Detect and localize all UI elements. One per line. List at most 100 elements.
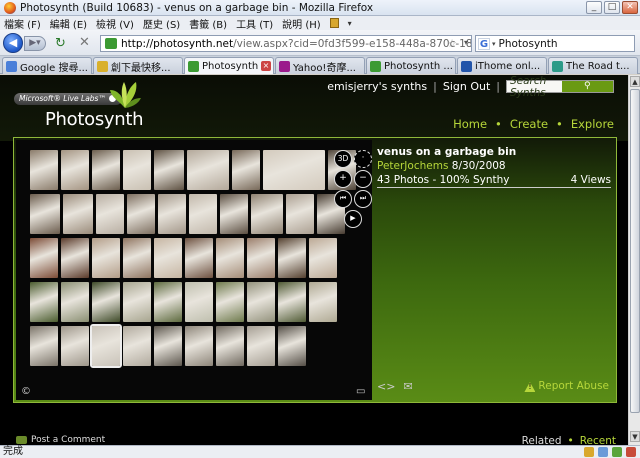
close-button[interactable]: ✕ bbox=[622, 1, 638, 14]
browser-tab[interactable]: Yahoo!奇摩... bbox=[275, 57, 365, 74]
vertical-scrollbar[interactable]: ▲ ▼ bbox=[628, 75, 640, 445]
photo-thumbnail[interactable] bbox=[247, 326, 275, 366]
search-icon[interactable]: ⚲ bbox=[561, 81, 613, 92]
photo-thumbnail[interactable] bbox=[123, 238, 151, 278]
photo-thumbnail[interactable] bbox=[216, 238, 244, 278]
photo-thumbnail[interactable] bbox=[216, 282, 244, 322]
photo-thumbnail[interactable] bbox=[220, 194, 248, 234]
my-synths-link[interactable]: emisjerry's synths bbox=[327, 80, 427, 93]
synth-viewer[interactable]: 3D · + − ⏮ ⏭ ▶ © ▭ bbox=[16, 140, 372, 400]
site-search-input[interactable]: Search Synths bbox=[510, 75, 562, 99]
browser-search-box[interactable]: G ▾ Photosynth bbox=[475, 35, 635, 52]
photo-thumbnail[interactable] bbox=[247, 282, 275, 322]
photo-thumbnail[interactable] bbox=[90, 324, 122, 368]
3d-view-button[interactable]: 3D bbox=[334, 150, 352, 168]
photo-thumbnail[interactable] bbox=[30, 282, 58, 322]
menu-history[interactable]: 歷史 (S) bbox=[143, 16, 180, 31]
photo-thumbnail[interactable] bbox=[189, 194, 217, 234]
2d-view-button[interactable]: · bbox=[354, 150, 372, 168]
post-comment-link[interactable]: Post a Comment bbox=[16, 435, 105, 445]
photo-thumbnail[interactable] bbox=[61, 282, 89, 322]
photo-thumbnail[interactable] bbox=[185, 326, 213, 366]
photo-thumbnail[interactable] bbox=[123, 282, 151, 322]
photo-thumbnail[interactable] bbox=[185, 282, 213, 322]
scroll-up-icon[interactable]: ▲ bbox=[630, 76, 640, 87]
embed-icon[interactable]: <> bbox=[377, 380, 395, 393]
network-icon[interactable] bbox=[598, 447, 608, 457]
photo-thumbnail[interactable] bbox=[61, 238, 89, 278]
photo-thumbnail[interactable] bbox=[278, 282, 306, 322]
photo-thumbnail[interactable] bbox=[247, 238, 275, 278]
play-button[interactable]: ▶ bbox=[344, 210, 362, 228]
menu-help[interactable]: 說明 (H) bbox=[282, 16, 321, 31]
menu-tools[interactable]: 工具 (T) bbox=[236, 16, 273, 31]
stop-icon[interactable]: ✕ bbox=[79, 35, 90, 50]
browser-tab[interactable]: Photosynth ...× bbox=[184, 57, 274, 74]
photo-thumbnail[interactable] bbox=[286, 194, 314, 234]
author-link[interactable]: PeterJochems bbox=[377, 160, 448, 172]
photo-thumbnail[interactable] bbox=[30, 238, 58, 278]
scroll-down-icon[interactable]: ▼ bbox=[630, 431, 640, 442]
photo-thumbnail[interactable] bbox=[187, 150, 229, 190]
bookmark-star-icon[interactable]: ☆ bbox=[447, 37, 457, 50]
bookmark-icon[interactable] bbox=[329, 18, 339, 28]
photo-thumbnail[interactable] bbox=[278, 238, 306, 278]
nav-home[interactable]: Home bbox=[453, 117, 487, 131]
site-search-field[interactable]: Search Synths ⚲ bbox=[506, 75, 614, 99]
previous-button[interactable]: ⏮ bbox=[334, 190, 352, 208]
engine-dropdown-icon[interactable]: ▾ bbox=[492, 40, 496, 48]
tab-related[interactable]: Related bbox=[522, 435, 562, 445]
forward-button[interactable]: ▶▾ bbox=[24, 36, 46, 51]
photo-thumbnail[interactable] bbox=[127, 194, 155, 234]
photo-thumbnail[interactable] bbox=[30, 194, 60, 234]
browser-tab[interactable]: Google 搜尋... bbox=[2, 57, 92, 74]
browser-tab[interactable]: Photosynth ... bbox=[366, 57, 456, 74]
photo-thumbnail[interactable] bbox=[61, 326, 89, 366]
photo-thumbnail[interactable] bbox=[309, 238, 337, 278]
copyright-icon[interactable]: © bbox=[21, 386, 31, 397]
nav-create[interactable]: Create bbox=[510, 117, 548, 131]
photo-thumbnail[interactable] bbox=[92, 150, 120, 190]
photo-thumbnail[interactable] bbox=[123, 150, 151, 190]
zoom-out-button[interactable]: − bbox=[354, 170, 372, 188]
addon-icon[interactable] bbox=[584, 447, 594, 457]
photo-thumbnail[interactable] bbox=[278, 326, 306, 366]
photo-thumbnail[interactable] bbox=[232, 150, 260, 190]
photo-thumbnail[interactable] bbox=[61, 150, 89, 190]
next-button[interactable]: ⏭ bbox=[354, 190, 372, 208]
browser-search-input[interactable]: Photosynth bbox=[499, 38, 558, 50]
tab-close-icon[interactable]: × bbox=[261, 61, 271, 71]
reload-icon[interactable]: ↻ bbox=[55, 36, 66, 51]
photo-thumbnail[interactable] bbox=[154, 282, 182, 322]
photo-thumbnail[interactable] bbox=[185, 238, 213, 278]
security-icon[interactable] bbox=[612, 447, 622, 457]
menu-edit[interactable]: 編輯 (E) bbox=[50, 16, 87, 31]
browser-tab[interactable]: 創下最快移... bbox=[93, 57, 183, 74]
zoom-in-button[interactable]: + bbox=[334, 170, 352, 188]
photo-thumbnail[interactable] bbox=[263, 150, 325, 190]
photo-thumbnail[interactable] bbox=[154, 238, 182, 278]
photo-thumbnail[interactable] bbox=[30, 150, 58, 190]
nav-explore[interactable]: Explore bbox=[571, 117, 614, 131]
back-button[interactable]: ◀ bbox=[3, 33, 23, 53]
report-abuse-link[interactable]: ! Report Abuse bbox=[524, 380, 609, 392]
address-bar[interactable]: http://photosynth.net/view.aspx?cid=0fd3… bbox=[100, 35, 472, 52]
photo-thumbnail[interactable] bbox=[92, 238, 120, 278]
photo-thumbnail[interactable] bbox=[309, 282, 337, 322]
fullscreen-icon[interactable]: ▭ bbox=[356, 386, 365, 397]
menu-file[interactable]: 檔案 (F) bbox=[4, 16, 41, 31]
sign-out-link[interactable]: Sign Out bbox=[443, 80, 490, 93]
chevron-down-icon[interactable]: ▾ bbox=[348, 19, 352, 28]
extension-icon[interactable] bbox=[626, 447, 636, 457]
minimize-button[interactable]: _ bbox=[586, 1, 602, 14]
browser-tab[interactable]: The Road t... bbox=[548, 57, 638, 74]
maximize-button[interactable]: □ bbox=[604, 1, 620, 14]
photosynth-logo-text[interactable]: Photosynth bbox=[45, 109, 144, 130]
menu-bookmarks[interactable]: 書籤 (B) bbox=[189, 16, 227, 31]
photo-thumbnail[interactable] bbox=[30, 326, 58, 366]
google-engine-icon[interactable]: G bbox=[478, 37, 490, 50]
live-labs-badge[interactable]: Microsoft® Live Labs™ bbox=[14, 93, 122, 105]
photo-thumbnail[interactable] bbox=[63, 194, 93, 234]
menu-view[interactable]: 檢視 (V) bbox=[96, 16, 134, 31]
photo-thumbnail[interactable] bbox=[123, 326, 151, 366]
